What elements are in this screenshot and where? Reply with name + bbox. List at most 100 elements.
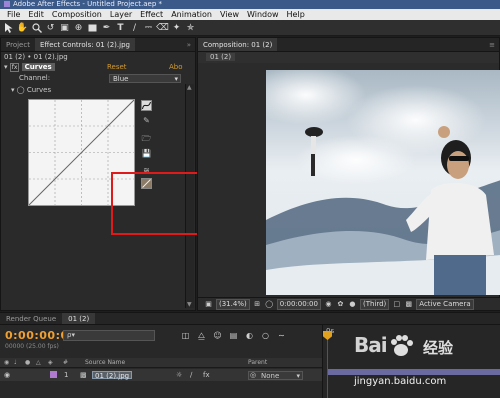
tab-timeline-comp[interactable]: 01 (2) <box>62 313 96 324</box>
menu-view[interactable]: View <box>216 9 243 20</box>
pickwhip-icon[interactable]: ◎ <box>250 369 256 381</box>
fx-switch-icon[interactable]: fx <box>203 369 210 381</box>
scroll-up-icon[interactable]: ▲ <box>187 84 192 91</box>
hand-tool-icon[interactable]: ✋ <box>17 22 28 33</box>
roto-brush-tool-icon[interactable]: ✦ <box>171 22 182 33</box>
effect-name[interactable]: Curves <box>21 63 55 71</box>
comp-flowchart-icon[interactable]: ◫ <box>180 330 191 341</box>
menu-effect[interactable]: Effect <box>136 9 167 20</box>
current-time-field[interactable]: 0:00:00:00 <box>276 298 321 310</box>
region-of-interest-icon[interactable]: □ <box>392 300 401 309</box>
layer-name[interactable]: 01 (2).jpg <box>92 371 133 380</box>
composition-footer-bar: ▣ (31.4%) ⊞ ◯ 0:00:00:00 ◉ ✿ ● (Third) □… <box>198 297 500 310</box>
menu-file[interactable]: File <box>3 9 24 20</box>
column-number: # <box>63 359 69 366</box>
disclosure-triangle-icon[interactable]: ▾ <box>11 86 15 94</box>
watermark-url: jingyan.baidu.com <box>354 376 447 387</box>
layer-row[interactable]: ◉ 1 ▩ 01 (2).jpg ☼ ∕ fx None ▾ ◎ <box>0 369 322 381</box>
pen-tool-icon[interactable]: ✒ <box>101 22 112 33</box>
frame-blending-icon[interactable]: ▤ <box>228 330 239 341</box>
comp-panel-tabs: Composition: 01 (2) ≡ <box>198 38 499 52</box>
scroll-down-icon[interactable]: ▼ <box>187 301 192 308</box>
disclosure-triangle-icon[interactable]: ▾ <box>4 63 8 71</box>
menu-animation[interactable]: Animation <box>167 9 216 20</box>
show-snapshot-icon[interactable]: ✿ <box>336 300 345 309</box>
transparency-grid-icon[interactable]: ▩ <box>404 300 413 309</box>
panel-menu-icon[interactable]: ≡ <box>489 38 499 51</box>
comp-subtab[interactable]: 01 (2) <box>206 53 236 61</box>
draft-3d-icon[interactable]: ⧋ <box>196 330 207 341</box>
shy-switch-icon[interactable]: ☼ <box>176 369 182 381</box>
magnification-dropdown[interactable]: (31.4%) <box>216 298 250 310</box>
window-titlebar: Adobe After Effects - Untitled Project.a… <box>0 0 500 9</box>
layer-number: 1 <box>64 371 69 379</box>
hide-shy-layers-icon[interactable]: ☺ <box>212 330 223 341</box>
parent-value: None <box>261 372 280 380</box>
panel-menu-icon[interactable]: » <box>187 38 195 51</box>
tab-render-queue[interactable]: Render Queue <box>0 313 62 324</box>
type-tool-icon[interactable]: T <box>115 22 126 33</box>
mask-icon[interactable]: ◯ <box>265 300 274 309</box>
tools-toolbar: ✋ ↺ ▣ ⊕ ✒ T ∕ ⎓ ⌫ ✦ ✯ <box>0 20 500 36</box>
reset-link[interactable]: Reset <box>107 62 127 72</box>
motion-blur-icon[interactable]: ◐ <box>244 330 255 341</box>
visibility-eye-icon[interactable]: ◉ <box>4 369 10 381</box>
menu-edit[interactable]: Edit <box>24 9 48 20</box>
menu-help[interactable]: Help <box>283 9 309 20</box>
composition-viewer[interactable] <box>266 70 500 295</box>
menu-layer[interactable]: Layer <box>106 9 136 20</box>
fx-toggle-icon[interactable]: fx <box>9 63 20 72</box>
camera-tool-icon[interactable]: ▣ <box>59 22 70 33</box>
timeline-frame-count: 00000 (25.00 fps) <box>5 343 59 350</box>
brainstorm-icon[interactable]: ○ <box>260 330 271 341</box>
snapshot-camera-icon[interactable]: ◉ <box>324 300 333 309</box>
curves-property: ▾ ◯ Curves <box>11 85 51 95</box>
parent-dropdown[interactable]: None ▾ <box>248 371 303 380</box>
lock-column-icon: △ <box>36 359 41 366</box>
tab-project[interactable]: Project <box>1 38 35 51</box>
menu-window[interactable]: Window <box>243 9 283 20</box>
timeline-tabs: Render Queue 01 (2) <box>0 313 500 325</box>
layer-duration-bar[interactable] <box>328 369 500 375</box>
watermark-cn-text: 经验 <box>423 339 454 357</box>
resolution-dropdown[interactable]: (Third) <box>359 298 390 310</box>
zoom-tool-icon[interactable] <box>31 22 42 33</box>
curves-label: Curves <box>26 86 52 94</box>
open-folder-icon[interactable]: 🗁 <box>141 134 152 145</box>
channel-dropdown[interactable]: Blue ▾ <box>109 74 181 83</box>
save-disk-icon[interactable]: 💾 <box>141 148 152 159</box>
selection-tool-icon[interactable] <box>3 22 14 33</box>
timeline-search-input[interactable]: ρ▾ <box>63 330 155 341</box>
paw-icon <box>391 335 413 356</box>
bezier-curve-tool-icon[interactable] <box>141 100 152 111</box>
tab-composition[interactable]: Composition: 01 (2) <box>198 38 278 51</box>
layer-column-headers: ◉ ♩ ● △ ◈ # Source Name Parent <box>0 358 322 368</box>
color-channel-icon[interactable]: ● <box>348 300 357 309</box>
graph-editor-icon[interactable]: ∼ <box>276 330 287 341</box>
clone-stamp-tool-icon[interactable]: ⎓ <box>143 22 154 33</box>
composition-image <box>266 70 500 295</box>
channel-label: Channel: <box>19 74 51 82</box>
camera-view-dropdown[interactable]: Active Camera <box>416 298 474 310</box>
layer-label-color[interactable] <box>50 371 57 378</box>
footage-icon: ▩ <box>80 371 87 379</box>
rectangle-tool-icon[interactable] <box>87 22 98 33</box>
always-preview-icon[interactable]: ▣ <box>204 300 213 309</box>
stopwatch-icon[interactable]: ◯ <box>17 86 25 94</box>
playhead-line[interactable] <box>327 330 328 398</box>
column-parent[interactable]: Parent <box>248 358 267 368</box>
menu-composition[interactable]: Composition <box>48 9 106 20</box>
pencil-tool-icon[interactable]: ✎ <box>141 115 152 126</box>
brush-tool-icon[interactable]: ∕ <box>129 22 140 33</box>
comp-breadcrumb: 01 (2) <box>198 52 499 63</box>
grid-icon[interactable]: ⊞ <box>253 300 262 309</box>
tab-effect-controls[interactable]: Effect Controls: 01 (2).jpg <box>34 38 135 51</box>
column-source-name[interactable]: Source Name <box>85 358 125 368</box>
quality-switch-icon[interactable]: ∕ <box>190 369 192 381</box>
rotate-tool-icon[interactable]: ↺ <box>45 22 56 33</box>
about-link[interactable]: Abo <box>169 62 183 72</box>
pan-behind-tool-icon[interactable]: ⊕ <box>73 22 84 33</box>
puppet-pin-tool-icon[interactable]: ✯ <box>185 22 196 33</box>
eraser-tool-icon[interactable]: ⌫ <box>156 22 169 33</box>
watermark-logo-text: Bai <box>354 333 388 357</box>
